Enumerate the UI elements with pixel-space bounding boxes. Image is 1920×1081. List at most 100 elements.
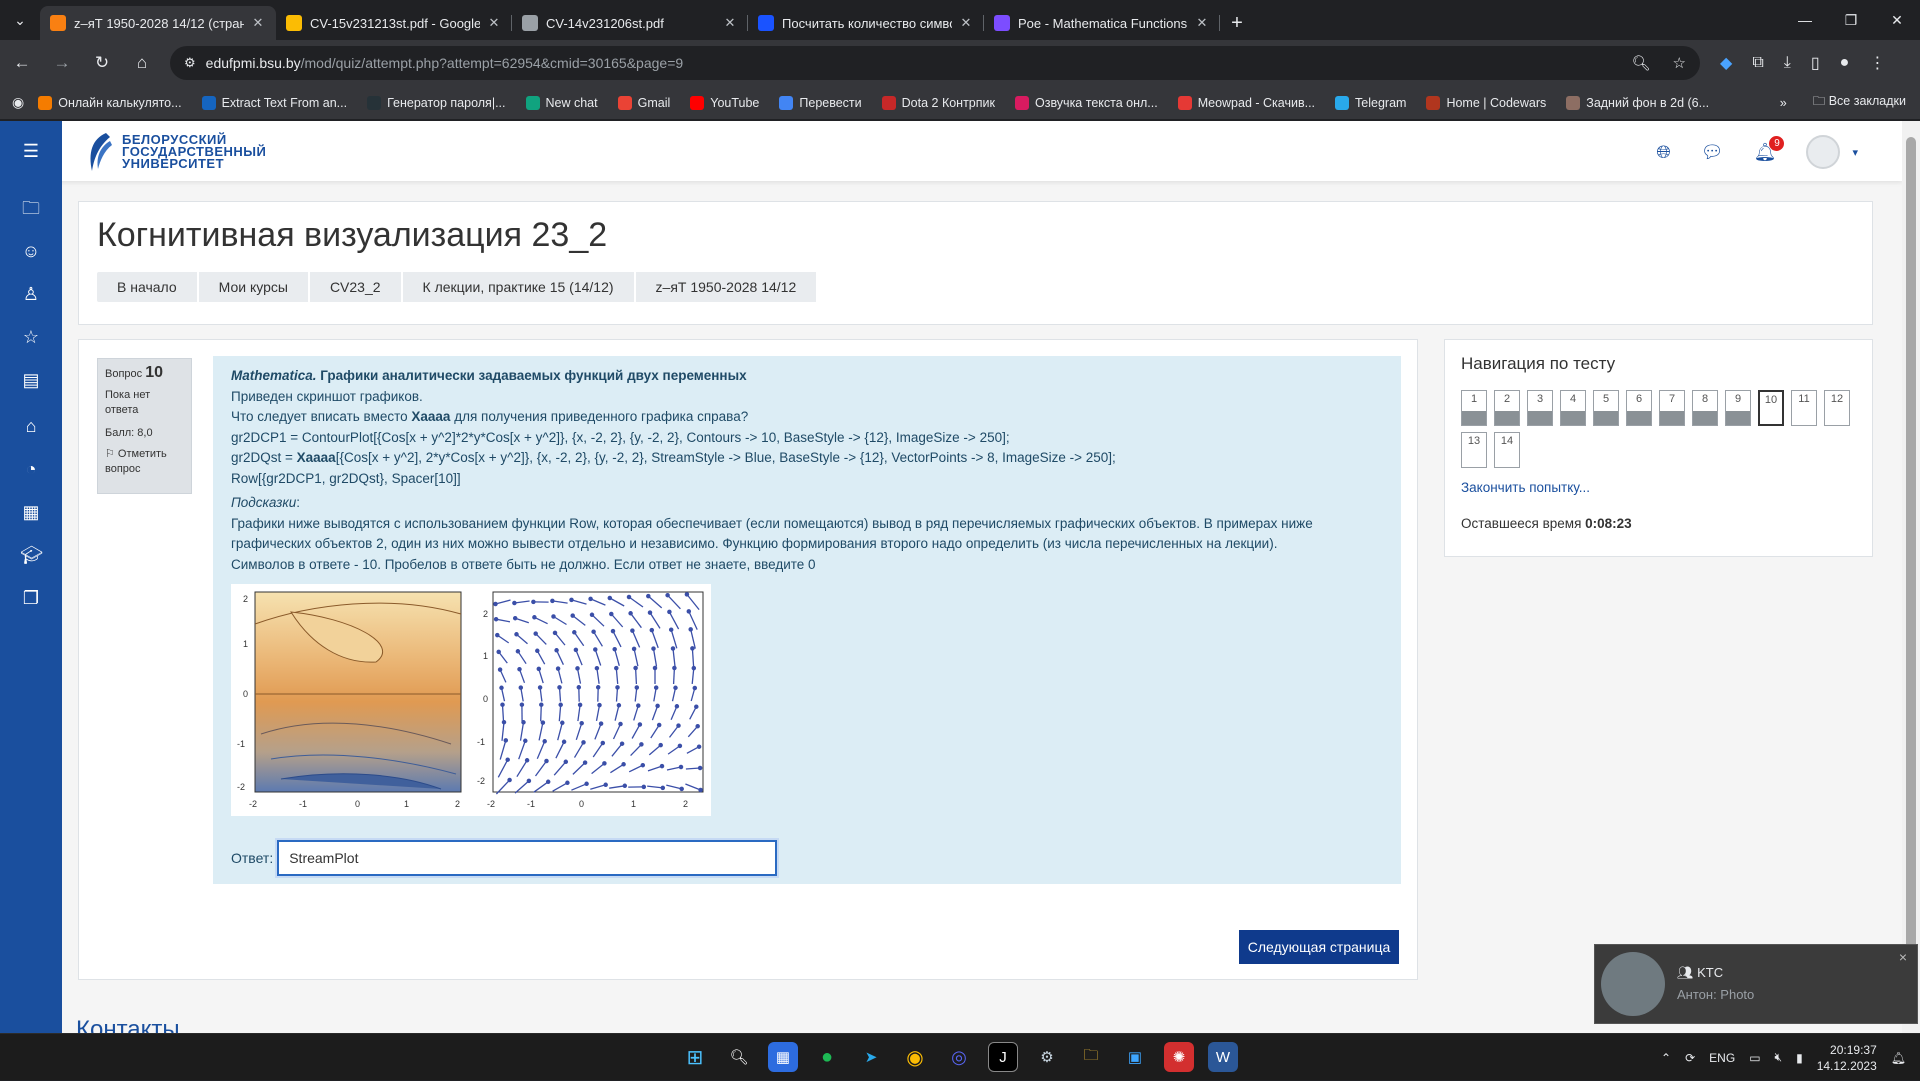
jetbrains-icon[interactable]: J: [988, 1042, 1018, 1072]
messages-icon[interactable]: 💬︎: [1701, 142, 1724, 163]
browser-tab[interactable]: Poe - Mathematica Functions✕: [984, 6, 1220, 40]
user-menu-chevron-icon[interactable]: ▾: [1852, 146, 1858, 159]
browser-tab[interactable]: CV-14v231206st.pdf✕: [512, 6, 748, 40]
search-icon[interactable]: 🔍︎: [724, 1042, 754, 1072]
bookmark-item[interactable]: Extract Text From an...: [202, 96, 348, 110]
restore-icon[interactable]: ❐: [1828, 12, 1874, 29]
graduation-cap-icon[interactable]: 🎓︎: [20, 544, 42, 566]
back-icon[interactable]: ←: [4, 45, 40, 81]
telegram-icon[interactable]: ➤: [856, 1042, 886, 1072]
word-icon[interactable]: W: [1208, 1042, 1238, 1072]
profile-avatar-icon[interactable]: ●: [1840, 54, 1850, 72]
tab-close-icon[interactable]: ✕: [722, 15, 738, 31]
calendar-icon[interactable]: ▦: [20, 501, 42, 523]
reload-icon[interactable]: ↻: [84, 45, 120, 81]
bookmark-item[interactable]: New chat: [526, 96, 598, 110]
tray-overflow-icon[interactable]: ⌃: [1661, 1051, 1671, 1065]
all-bookmarks-button[interactable]: 🗀︎ Все закладки: [1813, 92, 1906, 113]
home-icon[interactable]: ⌂: [20, 415, 42, 437]
tab-close-icon[interactable]: ✕: [958, 15, 974, 31]
quiz-nav-button-10[interactable]: 10: [1758, 390, 1784, 426]
steam-icon[interactable]: ⚙: [1032, 1042, 1062, 1072]
bookmark-item[interactable]: Задний фон в 2d (6...: [1566, 96, 1709, 110]
quiz-nav-button-11[interactable]: 11: [1791, 390, 1817, 426]
close-window-icon[interactable]: ✕: [1874, 12, 1920, 29]
file-explorer-icon[interactable]: 🗀︎: [1076, 1042, 1106, 1072]
menu-kebab-icon[interactable]: ⋮: [1869, 53, 1885, 73]
notification-center-icon[interactable]: 🔔︎: [1891, 1051, 1906, 1065]
game-app-icon[interactable]: ✺: [1164, 1042, 1194, 1072]
display-icon[interactable]: ▭: [1749, 1051, 1760, 1065]
sync-icon[interactable]: ⟳: [1685, 1051, 1695, 1065]
quiz-nav-button-2[interactable]: 2: [1494, 390, 1520, 426]
tab-search-button[interactable]: ⌄: [0, 0, 40, 40]
tab-close-icon[interactable]: ✕: [486, 15, 502, 31]
browser-tab[interactable]: CV-15v231213st.pdf - Google Д✕: [276, 6, 512, 40]
downloads-icon[interactable]: ⤓: [1784, 54, 1791, 72]
bookmarks-more-button[interactable]: »: [1780, 96, 1787, 110]
taskbar-clock[interactable]: 20:19:37 14.12.2023: [1817, 1042, 1877, 1074]
breadcrumb-item[interactable]: К лекции, практике 15 (14/12): [403, 272, 634, 302]
extensions-puzzle-icon[interactable]: ⧉: [1752, 54, 1763, 72]
discord-icon[interactable]: ◎: [944, 1042, 974, 1072]
widgets-icon[interactable]: ▦: [768, 1042, 798, 1072]
finish-attempt-link[interactable]: Закончить попытку...: [1461, 480, 1590, 495]
notification-close-icon[interactable]: ×: [1899, 949, 1907, 965]
quiz-nav-button-12[interactable]: 12: [1824, 390, 1850, 426]
site-info-icon[interactable]: ⚙: [184, 55, 196, 71]
participants-icon[interactable]: ♙: [20, 283, 42, 305]
bookmark-item[interactable]: Перевести: [779, 96, 861, 110]
breadcrumb-item[interactable]: В начало: [97, 272, 197, 302]
store-icon[interactable]: ▣: [1120, 1042, 1150, 1072]
breadcrumb-item[interactable]: z–яТ 1950-2028 14/12: [636, 272, 817, 302]
bookmark-item[interactable]: Онлайн калькулято...: [38, 96, 181, 110]
side-panel-icon[interactable]: ▯: [1811, 53, 1820, 73]
bookmark-item[interactable]: Dota 2 Контрпик: [882, 96, 995, 110]
quiz-nav-button-1[interactable]: 1: [1461, 390, 1487, 426]
bsu-logo[interactable]: БЕЛОРУССКИЙ ГОСУДАРСТВЕННЫЙ УНИВЕРСИТЕТ: [84, 131, 266, 173]
bookmark-item[interactable]: Генератор пароля|...: [367, 96, 505, 110]
browser-tab[interactable]: Посчитать количество символ✕: [748, 6, 984, 40]
bookmark-item[interactable]: Telegram: [1335, 96, 1406, 110]
quiz-nav-button-13[interactable]: 13: [1461, 432, 1487, 468]
notifications-bell-icon[interactable]: 🔔︎9: [1754, 142, 1777, 163]
quiz-nav-button-6[interactable]: 6: [1626, 390, 1652, 426]
copy-icon[interactable]: ❐: [20, 587, 42, 609]
forward-icon[interactable]: →: [44, 45, 80, 81]
quiz-nav-button-9[interactable]: 9: [1725, 390, 1751, 426]
windows-start-icon[interactable]: ⊞: [680, 1042, 710, 1072]
quiz-nav-button-8[interactable]: 8: [1692, 390, 1718, 426]
users-icon[interactable]: ☺: [20, 240, 42, 262]
breadcrumb-item[interactable]: CV23_2: [310, 272, 401, 302]
language-indicator[interactable]: ENG: [1709, 1051, 1735, 1065]
quiz-nav-button-14[interactable]: 14: [1494, 432, 1520, 468]
address-bar[interactable]: ⚙ edufpmi.bsu.by /mod/quiz/attempt.php?a…: [170, 46, 1700, 80]
dashboard-icon[interactable]: ◔: [20, 458, 42, 480]
home-icon[interactable]: ⌂: [124, 45, 160, 81]
quiz-nav-button-5[interactable]: 5: [1593, 390, 1619, 426]
zoom-icon[interactable]: 🔍︎: [1632, 54, 1651, 72]
star-icon[interactable]: ☆: [20, 326, 42, 348]
quiz-nav-button-3[interactable]: 3: [1527, 390, 1553, 426]
bookmark-item[interactable]: Home | Codewars: [1426, 96, 1546, 110]
drawer-menu-icon[interactable]: ☰: [20, 140, 42, 162]
tab-close-icon[interactable]: ✕: [1194, 15, 1210, 31]
bookmark-star-icon[interactable]: ☆: [1673, 54, 1686, 72]
browser-tab[interactable]: z–яТ 1950-2028 14/12 (страни✕: [40, 6, 276, 40]
quiz-nav-button-7[interactable]: 7: [1659, 390, 1685, 426]
bookmark-item[interactable]: Meowpad - Скачив...: [1178, 96, 1315, 110]
book-icon[interactable]: ▤: [20, 369, 42, 391]
language-globe-icon[interactable]: 🌐︎: [1656, 142, 1670, 163]
chrome-icon[interactable]: ◉: [900, 1042, 930, 1072]
minimize-icon[interactable]: —: [1782, 12, 1828, 28]
new-tab-button[interactable]: +: [1220, 6, 1254, 40]
extension-icon[interactable]: ◆: [1720, 53, 1732, 73]
spotify-icon[interactable]: ●: [812, 1042, 842, 1072]
bookmark-item[interactable]: Озвучка текста онл...: [1015, 96, 1158, 110]
battery-icon[interactable]: ▮: [1796, 1051, 1803, 1065]
page-scrollbar[interactable]: [1902, 121, 1920, 1033]
answer-input[interactable]: [277, 840, 777, 876]
bookmark-item[interactable]: YouTube: [690, 96, 759, 110]
folder-icon[interactable]: 🗀︎: [20, 197, 42, 219]
tab-close-icon[interactable]: ✕: [250, 15, 266, 31]
